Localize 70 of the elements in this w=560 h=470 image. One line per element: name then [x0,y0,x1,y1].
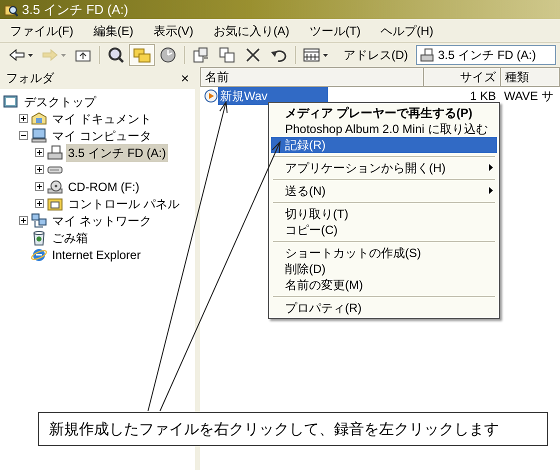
history-clock-icon [159,46,177,64]
expand-toggle-icon[interactable] [35,199,44,208]
menu-item[interactable]: ファイル(F) [0,19,84,42]
menu-item[interactable]: プロパティ(R) [271,300,497,316]
computer-icon [31,128,47,144]
copy-to-icon [218,46,236,64]
address-label: アドレス(D) [343,47,408,64]
expand-toggle-icon[interactable] [35,165,44,174]
back-arrow-icon [8,46,26,64]
menu-item[interactable]: 編集(E) [83,19,144,42]
delete-x-icon [244,46,262,64]
menu-item[interactable]: ヘルプ(H) [370,19,444,42]
pane-title: フォルダ [6,70,54,87]
column-header[interactable]: 種類 [501,68,560,86]
column-header[interactable]: 名前 [201,68,424,86]
tree-item[interactable]: デスクトップ [22,92,98,110]
menu-item[interactable]: メディア プレーヤーで再生する(P) [271,105,497,121]
network-computers-icon [31,212,47,228]
annotation-callout: 新規作成したファイルを右クリックして、録音を左クリックします [38,412,548,446]
browser-e-icon [31,246,47,262]
menu-item[interactable]: アプリケーションから開く(H) [271,160,497,176]
tree-item[interactable]: マイ ドキュメント [50,110,154,128]
floppy-drive-icon [420,48,434,62]
menu-item[interactable]: お気に入り(A) [203,19,300,42]
tree-item[interactable]: CD-ROM (F:) [66,178,142,196]
views-grid-icon [303,46,321,64]
menu-item[interactable]: ツール(T) [299,19,371,42]
tree-item[interactable]: マイ コンピュータ [50,126,154,144]
cd-drive-icon [47,178,63,194]
collapse-toggle-icon[interactable] [19,131,28,140]
window-title: 3.5 インチ FD (A:) [22,0,128,19]
media-file-icon [204,89,218,103]
dropdown-caret-icon [61,54,66,56]
magnifier-icon [107,46,125,64]
forward-arrow-icon [41,46,59,64]
search-folder-icon [4,2,18,16]
menu-item[interactable]: 送る(N) [271,183,497,199]
floppy-drive-icon [47,144,63,160]
dropdown-caret-icon [323,54,328,56]
menu-item[interactable]: 表示(V) [143,19,204,42]
menu-item[interactable]: コピー(C) [271,222,497,238]
folders-icon [133,46,151,64]
menu-item[interactable]: ショートカットの作成(S) [271,245,497,261]
file-name[interactable]: 新規Wav [218,87,328,105]
file-size: 1 KB [468,88,497,105]
tree-item[interactable]: コントロール パネル [66,194,182,212]
folders-button[interactable] [129,44,155,66]
menu-item[interactable]: 削除(D) [271,261,497,277]
control-panel-folder-icon [47,196,63,212]
file-type: WAVE サ [503,88,554,105]
expand-toggle-icon[interactable] [35,148,44,157]
column-header[interactable]: サイズ [424,68,501,86]
tree-item[interactable]: ごみ箱 [50,228,90,246]
expand-toggle-icon[interactable] [19,114,28,123]
close-button[interactable]: × [180,71,189,85]
expand-toggle-icon[interactable] [35,182,44,191]
menu-item[interactable]: 記録(R) [271,137,497,153]
desktop-icon [3,94,19,110]
menu-item[interactable]: Photoshop Album 2.0 Mini に取り込む [271,121,497,137]
menu-item[interactable]: 切り取り(T) [271,206,497,222]
tree-item[interactable]: 3.5 インチ FD (A:) [66,144,168,162]
recycle-bin-icon [31,230,47,246]
tree-item[interactable]: Internet Explorer [50,246,143,264]
move-to-icon [192,46,210,64]
menu-item[interactable]: 名前の変更(M) [271,277,497,293]
expand-toggle-icon[interactable] [19,216,28,225]
dropdown-caret-icon [28,54,33,56]
address-field[interactable]: 3.5 インチ FD (A:) [416,45,556,65]
tree-item[interactable]: マイ ネットワーク [50,212,154,230]
documents-folder-icon [31,110,47,126]
